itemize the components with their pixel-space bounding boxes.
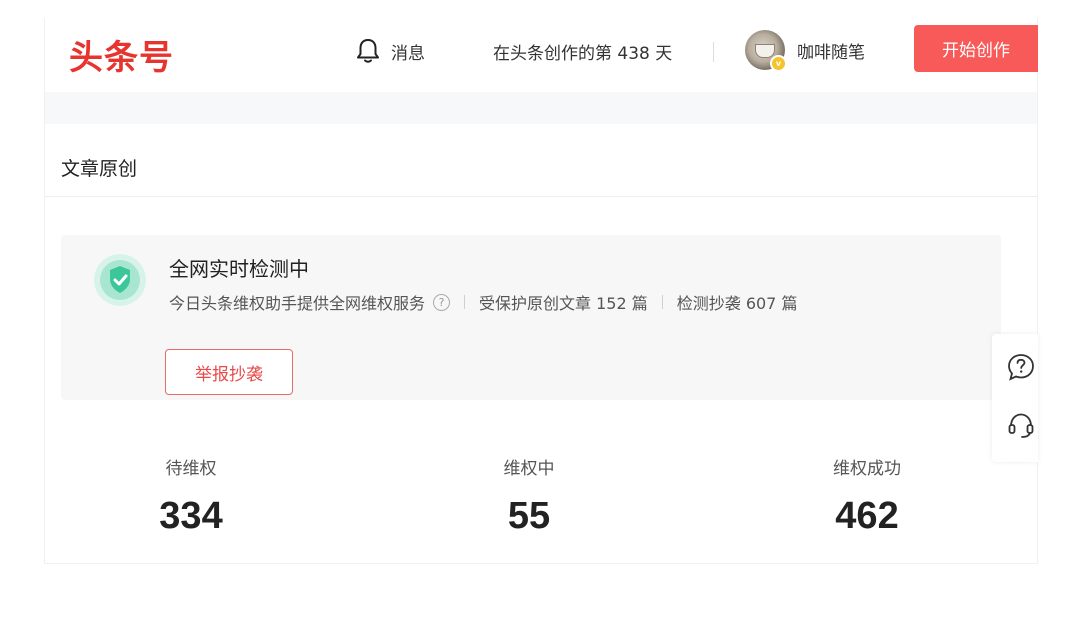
header-spacer-band: [45, 92, 1037, 124]
stat-pending[interactable]: 待维权 334: [91, 454, 291, 538]
stat-label: 维权成功: [833, 459, 901, 479]
section-title: 文章原创: [61, 158, 138, 180]
summary-separator: [661, 295, 663, 309]
service-text: 今日头条维权助手提供全网维权服务: [169, 294, 426, 313]
messages-link[interactable]: 消息: [355, 36, 425, 66]
stat-in-progress[interactable]: 维权中 55: [429, 454, 629, 538]
verified-badge-icon: v: [770, 55, 787, 72]
help-icon[interactable]: ?: [433, 293, 451, 311]
section-divider: [45, 196, 1037, 197]
avatar[interactable]: v: [745, 30, 787, 72]
monitor-title: 全网实时检测中: [169, 257, 309, 281]
bell-icon: [355, 37, 381, 65]
monitor-summary: 今日头条维权助手提供全网维权服务 ? 受保护原创文章 152 篇 检测抄袭 60…: [169, 290, 797, 314]
user-profile[interactable]: v 咖啡随笔: [745, 28, 865, 72]
shield-check-icon: [93, 253, 147, 307]
logo[interactable]: 头条号: [69, 30, 174, 79]
start-creating-button[interactable]: 开始创作: [914, 25, 1038, 72]
top-header: 头条号 消息 在头条创作的第 438 天 v 咖啡随笔 开始创作: [45, 18, 1038, 92]
creation-days-text: 在头条创作的第 438 天: [493, 43, 673, 64]
username: 咖啡随笔: [797, 42, 865, 63]
stat-value: 55: [507, 495, 551, 537]
headset-icon[interactable]: [1006, 410, 1036, 440]
messages-label: 消息: [391, 43, 425, 64]
detected-plagiarism-text: 检测抄袭 607 篇: [676, 294, 798, 313]
page-frame: 头条号 消息 在头条创作的第 438 天 v 咖啡随笔 开始创作 文章原创 全网…: [44, 18, 1038, 564]
stat-success[interactable]: 维权成功 462: [767, 454, 967, 538]
stat-value: 462: [835, 495, 899, 537]
summary-separator: [464, 295, 466, 309]
monitor-card: 全网实时检测中 今日头条维权助手提供全网维权服务 ? 受保护原创文章 152 篇…: [61, 235, 1001, 400]
question-bubble-icon[interactable]: [1006, 352, 1036, 382]
floating-toolbar: [992, 334, 1038, 462]
report-plagiarism-button[interactable]: 举报抄袭: [165, 349, 293, 395]
protected-articles-text: 受保护原创文章 152 篇: [479, 294, 648, 313]
stat-value: 334: [159, 495, 223, 537]
avatar-coffee-image: [755, 44, 775, 58]
header-divider: [713, 42, 714, 62]
stat-label: 待维权: [165, 459, 217, 479]
stat-label: 维权中: [503, 459, 555, 479]
